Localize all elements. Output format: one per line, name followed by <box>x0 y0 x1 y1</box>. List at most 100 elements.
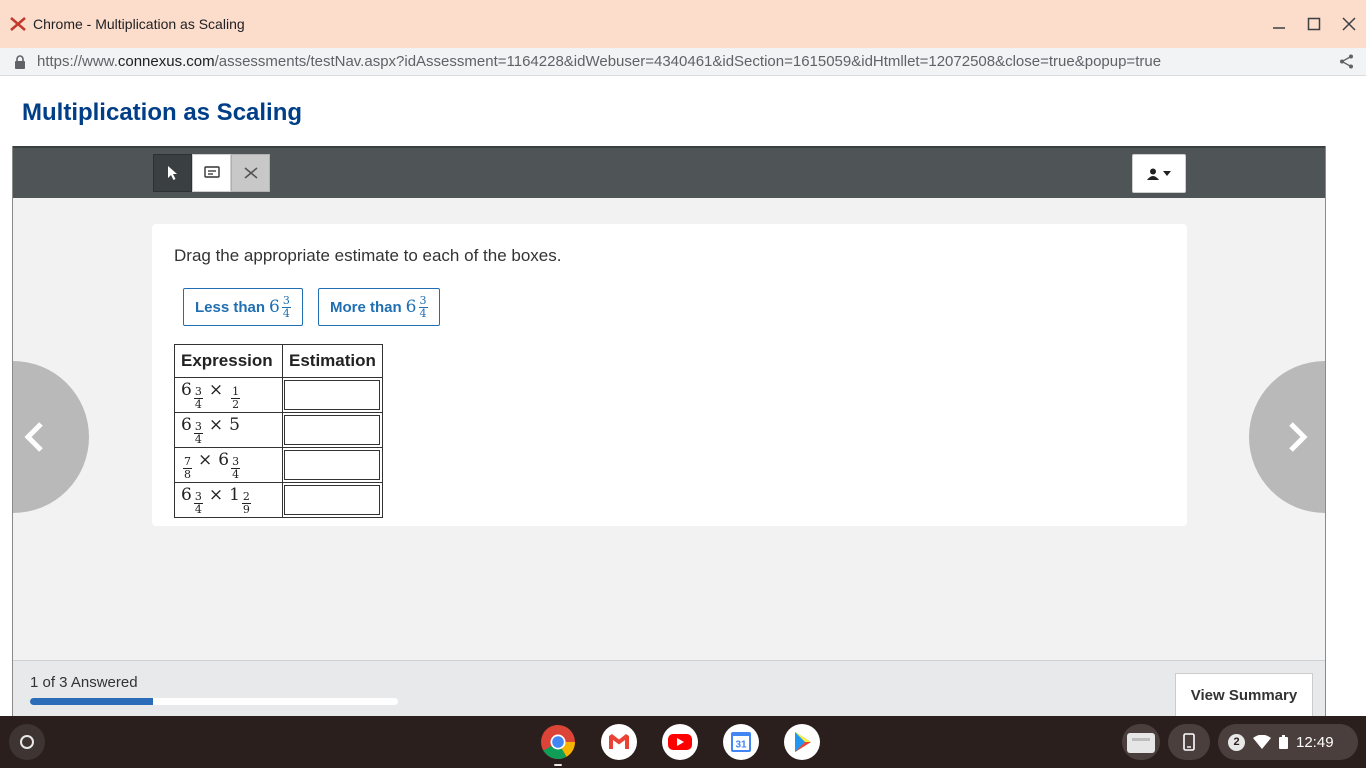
numerator: 3 <box>193 419 203 434</box>
youtube-icon[interactable] <box>662 724 698 760</box>
close-window-button[interactable] <box>1331 6 1366 42</box>
fraction: 78 <box>183 454 192 481</box>
next-question-button[interactable] <box>1249 361 1325 513</box>
tote-icon <box>1127 733 1155 753</box>
estimation-header: Estimation <box>282 344 383 378</box>
user-menu-button[interactable] <box>1132 154 1186 193</box>
status-area[interactable]: 2 12:49 <box>1218 724 1358 760</box>
previous-question-button[interactable] <box>13 361 89 513</box>
url-path: /assessments/testNav.aspx?idAssessment=1… <box>214 53 1162 70</box>
window-title: Chrome - Multiplication as Scaling <box>33 16 245 32</box>
expression-cell: 6 3 4 × 1 2 <box>174 377 283 413</box>
minimize-button[interactable] <box>1261 6 1296 42</box>
notepad-icon <box>203 166 220 178</box>
fraction: 34 <box>281 294 291 320</box>
denominator: 4 <box>419 306 427 320</box>
wifi-icon <box>1253 735 1271 749</box>
estimation-drop-zone[interactable] <box>284 380 380 410</box>
second-operand: 634 <box>218 449 241 480</box>
first-operand: 634 <box>181 414 203 445</box>
first-operand: 634 <box>181 379 203 410</box>
denominator: 4 <box>194 502 202 516</box>
progress-bar-fill <box>30 698 153 705</box>
share-icon[interactable] <box>1339 54 1354 69</box>
holding-space-button[interactable] <box>1122 724 1160 760</box>
estimation-drop-zone[interactable] <box>284 415 380 445</box>
phone-icon <box>1183 733 1195 751</box>
times-operator: × <box>208 414 224 435</box>
numerator: 2 <box>241 489 251 504</box>
maximize-button[interactable] <box>1296 6 1331 42</box>
fraction: 34 <box>231 455 241 481</box>
connexus-logo-icon <box>10 17 26 31</box>
page-title: Multiplication as Scaling <box>22 99 303 126</box>
denominator: 4 <box>194 432 202 446</box>
numerator: 3 <box>193 384 203 399</box>
denominator: 4 <box>232 467 240 481</box>
whole-part: 5 <box>229 414 240 435</box>
expression-cell: 6 3 4 × 5 <box>174 412 283 448</box>
expression-cell: 7 8 × 6 3 4 <box>174 447 283 483</box>
fraction: 12 <box>231 385 241 411</box>
progress-bar <box>30 698 398 705</box>
window-title-bar: Chrome - Multiplication as Scaling <box>0 0 1366 48</box>
choice-less-than[interactable]: Less than 6 34 <box>183 288 303 326</box>
url-prefix: https://www. <box>37 53 118 70</box>
whole-part: 6 <box>218 449 230 470</box>
launcher-button[interactable] <box>9 724 45 760</box>
second-operand: 5 <box>229 415 240 435</box>
numerator: 7 <box>183 454 192 469</box>
fraction: 34 <box>193 384 203 411</box>
notification-badge: 2 <box>1228 733 1245 751</box>
calendar-icon[interactable]: 31 <box>723 724 759 760</box>
view-summary-button[interactable]: View Summary <box>1175 673 1313 716</box>
whole-part: 6 <box>181 414 192 435</box>
choice-label: Less than <box>195 298 266 316</box>
address-bar[interactable]: https://www.connexus.com/assessments/tes… <box>0 48 1366 76</box>
times-operator: × <box>208 484 224 505</box>
phone-hub-button[interactable] <box>1168 724 1210 760</box>
denominator: 8 <box>184 467 191 481</box>
denominator: 4 <box>282 306 290 320</box>
whole-part: 6 <box>181 484 192 505</box>
whole-part: 6 <box>181 379 192 400</box>
whole-part: 6 <box>269 297 280 317</box>
running-indicator <box>554 764 562 766</box>
times-operator: × <box>198 449 213 470</box>
gmail-icon[interactable] <box>601 724 637 760</box>
choice-more-than[interactable]: More than 6 34 <box>318 288 440 326</box>
estimation-table: Expression Estimation 6 3 4 × 1 2 6 3 4 × 5 7 8 × 6 3 4 6… <box>174 344 383 518</box>
estimation-drop-zone[interactable] <box>284 450 380 480</box>
chrome-logo <box>541 725 575 759</box>
first-operand: 78 <box>181 450 192 480</box>
assessment-footer: 1 of 3 Answered View Summary <box>13 660 1325 716</box>
assessment-frame: Drag the appropriate estimate to each of… <box>12 146 1326 716</box>
fraction: 29 <box>241 489 251 516</box>
whole-part: 1 <box>229 484 240 505</box>
estimation-cell <box>282 482 383 518</box>
maximize-icon <box>1307 17 1320 31</box>
play-store-logo <box>795 732 811 752</box>
fraction: 34 <box>418 294 428 320</box>
table-row: 6 3 4 × 5 <box>174 412 383 448</box>
pointer-tool-button[interactable] <box>153 154 192 192</box>
youtube-logo <box>668 734 692 750</box>
gmail-logo <box>609 734 629 749</box>
play-store-icon[interactable] <box>784 724 820 760</box>
chrome-icon[interactable] <box>540 724 576 766</box>
denominator: 4 <box>194 397 202 411</box>
chevron-right-icon <box>1289 422 1308 452</box>
url-text[interactable]: https://www.connexus.com/assessments/tes… <box>37 53 1161 70</box>
taskbar: 31 2 12:49 <box>0 716 1366 768</box>
second-operand: 129 <box>229 484 251 515</box>
mixed-number: 6 34 <box>406 294 428 320</box>
notepad-tool-button[interactable] <box>192 154 231 192</box>
answer-eliminator-tool-button[interactable] <box>231 154 270 192</box>
choice-label: More than <box>330 298 402 316</box>
url-domain: connexus.com <box>117 53 215 70</box>
fraction: 34 <box>193 490 203 516</box>
table-row: 6 3 4 × 1 2 <box>174 377 383 413</box>
minimize-icon <box>1272 27 1285 29</box>
second-operand: 12 <box>229 380 241 410</box>
estimation-drop-zone[interactable] <box>284 485 380 515</box>
